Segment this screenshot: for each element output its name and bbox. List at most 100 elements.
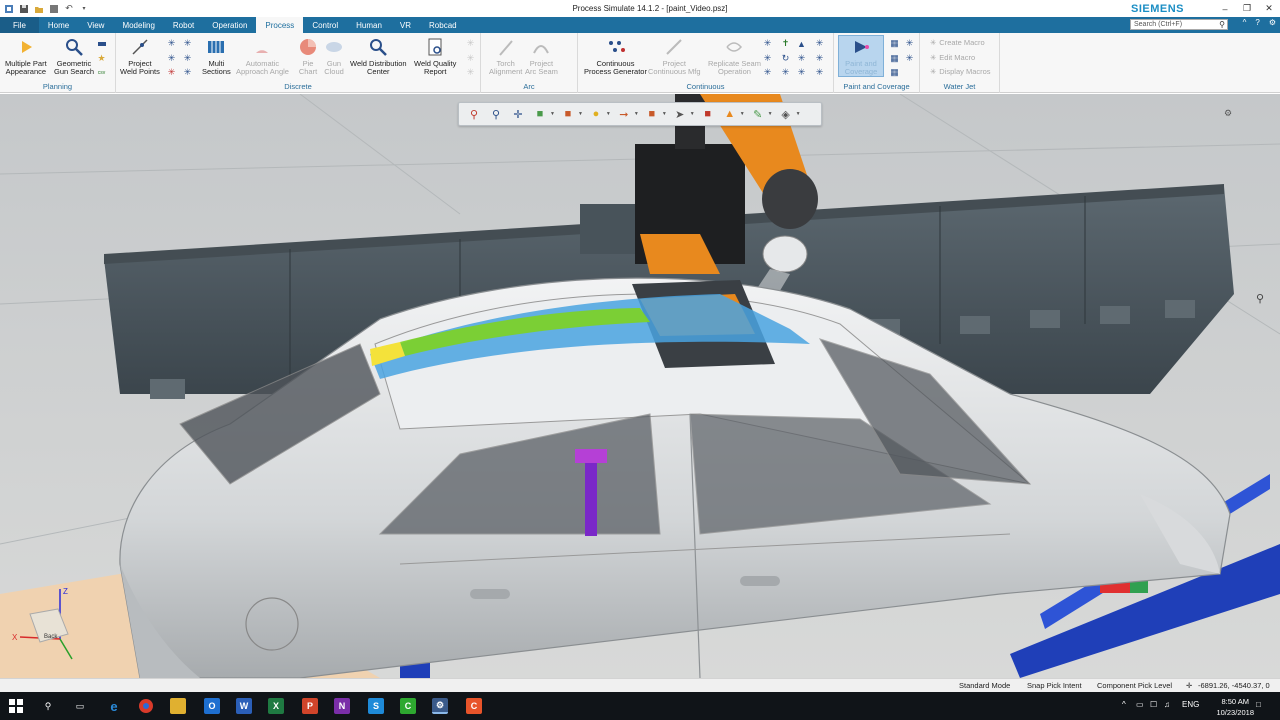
pie-chart-button[interactable]: Pie Chart: [298, 36, 318, 76]
windows-start-icon[interactable]: [8, 698, 24, 714]
zoom-to-fit-icon[interactable]: ⚲: [465, 105, 483, 123]
tab-home[interactable]: Home: [39, 17, 78, 33]
tab-vr[interactable]: VR: [391, 17, 420, 33]
tab-modeling[interactable]: Modeling: [113, 17, 163, 33]
pan-icon[interactable]: ✛: [509, 105, 527, 123]
chevron-down-icon[interactable]: ▼: [634, 111, 639, 117]
section-icon[interactable]: ■: [643, 105, 661, 123]
spark-icon[interactable]: ✳: [814, 67, 825, 78]
notifications-icon[interactable]: □: [1256, 700, 1261, 709]
ribbon-minimize-icon[interactable]: ^: [1243, 18, 1247, 27]
multiple-part-appearance-button[interactable]: Multiple Part Appearance: [5, 36, 47, 76]
outlook-icon[interactable]: O: [204, 698, 220, 714]
spark-icon[interactable]: ✳: [814, 53, 825, 64]
spark-icon[interactable]: ✳: [166, 53, 177, 64]
volume-icon[interactable]: ♫: [1164, 700, 1170, 709]
spark-icon[interactable]: ✳: [166, 67, 177, 78]
weld-quality-report-button[interactable]: Weld Quality Report: [414, 36, 456, 76]
paint-coverage-button[interactable]: Paint and Coverage: [838, 35, 884, 77]
spark-icon[interactable]: ✳: [762, 53, 773, 64]
view-cube-icon[interactable]: ■: [531, 105, 549, 123]
display-macros-button[interactable]: ✳ Display Macros: [930, 67, 991, 76]
project-continuous-mfg-button[interactable]: Project Continuous Mfg: [648, 36, 701, 76]
spark-icon[interactable]: ✳: [762, 67, 773, 78]
word-icon[interactable]: W: [236, 698, 252, 714]
spark-icon[interactable]: ✳: [904, 38, 915, 49]
csv-icon[interactable]: csv: [96, 67, 107, 78]
skype-icon[interactable]: S: [368, 698, 384, 714]
camtasia-icon[interactable]: C: [400, 698, 416, 714]
multi-sections-button[interactable]: Multi Sections: [202, 36, 231, 76]
powerpoint-icon[interactable]: P: [302, 698, 318, 714]
file-explorer-icon[interactable]: [170, 698, 186, 714]
tab-control[interactable]: Control: [303, 17, 347, 33]
tab-robot[interactable]: Robot: [164, 17, 203, 33]
minimize-button[interactable]: –: [1214, 0, 1236, 17]
measure-icon[interactable]: ✎: [749, 105, 767, 123]
battery-icon[interactable]: ▭: [1136, 700, 1144, 709]
search-input[interactable]: Search (Ctrl+F) ⚲: [1130, 19, 1228, 30]
language-indicator[interactable]: ENG: [1182, 700, 1199, 709]
grid-icon[interactable]: ▦: [889, 38, 900, 49]
tab-human[interactable]: Human: [347, 17, 391, 33]
excel-icon[interactable]: X: [268, 698, 284, 714]
paint-bucket-icon[interactable]: ◈: [777, 105, 795, 123]
recorder-icon[interactable]: C: [466, 698, 482, 714]
spark-icon[interactable]: ✳: [762, 38, 773, 49]
loop-icon[interactable]: ↻: [780, 53, 791, 64]
chevron-down-icon[interactable]: ▼: [606, 111, 611, 117]
light-bulb-icon[interactable]: ●: [587, 105, 605, 123]
gun-cloud-button[interactable]: Gun Cloud: [324, 36, 344, 76]
taskbar-clock[interactable]: 8:50 AM 10/23/2018: [1216, 696, 1254, 718]
tab-view[interactable]: View: [78, 17, 113, 33]
tab-operation[interactable]: Operation: [203, 17, 256, 33]
spark-icon[interactable]: ✳: [166, 38, 177, 49]
geometric-gun-search-button[interactable]: Geometric Gun Search: [54, 36, 94, 76]
options-icon[interactable]: ⚙: [1269, 18, 1276, 27]
triangle-icon[interactable]: ▲: [796, 38, 807, 49]
close-button[interactable]: ✕: [1258, 0, 1280, 17]
task-view-icon[interactable]: ▭: [72, 698, 88, 714]
chevron-down-icon[interactable]: ▼: [690, 111, 695, 117]
grid-icon[interactable]: ▦: [889, 53, 900, 64]
spark-icon[interactable]: ✳: [465, 67, 476, 78]
tab-process[interactable]: Process: [256, 17, 304, 33]
pick-intent-icon[interactable]: ▲: [721, 105, 739, 123]
search-icon[interactable]: ⚲: [1219, 20, 1225, 29]
search-icon[interactable]: ⚲: [40, 698, 56, 714]
chrome-icon[interactable]: [138, 698, 154, 714]
spark-icon[interactable]: ✳: [796, 67, 807, 78]
grid-icon[interactable]: ▦: [889, 67, 900, 78]
continuous-process-generator-button[interactable]: Continuous Process Generator: [584, 36, 647, 76]
onenote-icon[interactable]: N: [334, 698, 350, 714]
pin-icon[interactable]: ✝: [780, 38, 791, 49]
process-simulate-taskbar-icon[interactable]: ⚙: [432, 698, 448, 714]
status-pick-intent[interactable]: Snap Pick Intent: [1027, 681, 1082, 690]
pointer-icon[interactable]: ➤: [671, 105, 689, 123]
help-icon[interactable]: ?: [1255, 18, 1259, 27]
spark-icon[interactable]: ✳: [904, 53, 915, 64]
spark-icon[interactable]: ✳: [182, 67, 193, 78]
chevron-down-icon[interactable]: ▼: [796, 111, 801, 117]
spark-icon[interactable]: ✳: [780, 67, 791, 78]
viewer-settings-icon[interactable]: ⚙: [1224, 109, 1232, 119]
status-mode[interactable]: Standard Mode: [959, 681, 1010, 690]
project-weld-points-button[interactable]: Project Weld Points: [120, 36, 160, 76]
spark-icon[interactable]: ✳: [465, 38, 476, 49]
create-macro-button[interactable]: ✳ Create Macro: [930, 38, 985, 47]
restore-button[interactable]: ❐: [1236, 0, 1258, 17]
automatic-approach-angle-button[interactable]: Automatic Approach Angle: [236, 36, 289, 76]
edit-macro-button[interactable]: ✳ Edit Macro: [930, 53, 975, 62]
project-arc-seam-button[interactable]: Project Arc Seam: [525, 36, 558, 76]
replicate-seam-operation-button[interactable]: Replicate Seam Operation: [708, 36, 761, 76]
chevron-down-icon[interactable]: ▼: [768, 111, 773, 117]
edge-browser-icon[interactable]: e: [106, 698, 122, 714]
weld-distribution-center-button[interactable]: Weld Distribution Center: [350, 36, 407, 76]
spark-icon[interactable]: ✳: [182, 38, 193, 49]
spark-icon[interactable]: ✳: [182, 53, 193, 64]
zoom-icon[interactable]: ⚲: [487, 105, 505, 123]
torch-alignment-button[interactable]: Torch Alignment: [489, 36, 522, 76]
spark-icon[interactable]: ✳: [814, 38, 825, 49]
gun-icon[interactable]: [96, 38, 107, 49]
spark-icon[interactable]: ✳: [796, 53, 807, 64]
